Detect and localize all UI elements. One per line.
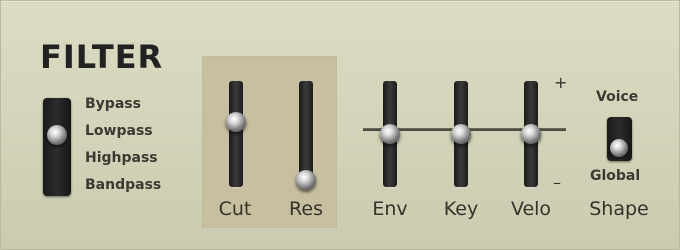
res-label: Res — [289, 198, 323, 220]
plus-sign: + — [554, 73, 568, 92]
shape-switch[interactable] — [607, 117, 632, 161]
env-label: Env — [372, 198, 408, 220]
mode-option-highpass[interactable]: Highpass — [85, 150, 158, 166]
env-slider-knob[interactable] — [380, 124, 400, 144]
key-label: Key — [443, 198, 479, 220]
shape-option-voice[interactable]: Voice — [596, 89, 638, 105]
shape-option-global[interactable]: Global — [590, 168, 640, 184]
filter-title: FILTER — [40, 38, 164, 76]
shape-switch-knob[interactable] — [610, 139, 628, 157]
cut-slider-track[interactable] — [229, 81, 243, 187]
res-slider-knob[interactable] — [296, 170, 316, 190]
mode-option-bandpass[interactable]: Bandpass — [85, 177, 161, 193]
key-slider-knob[interactable] — [451, 124, 471, 144]
velo-slider-knob[interactable] — [521, 124, 541, 144]
velo-label: Velo — [510, 198, 552, 220]
mode-switch-knob[interactable] — [47, 125, 67, 145]
minus-sign: – — [553, 173, 561, 192]
mode-option-lowpass[interactable]: Lowpass — [85, 123, 153, 139]
cut-label: Cut — [218, 198, 252, 220]
mode-option-bypass[interactable]: Bypass — [85, 96, 141, 112]
shape-label: Shape — [589, 198, 649, 220]
filter-mode-switch[interactable] — [43, 98, 71, 196]
filter-panel: FILTER Bypass Lowpass Highpass Bandpass … — [0, 0, 680, 250]
cut-slider-knob[interactable] — [226, 112, 246, 133]
